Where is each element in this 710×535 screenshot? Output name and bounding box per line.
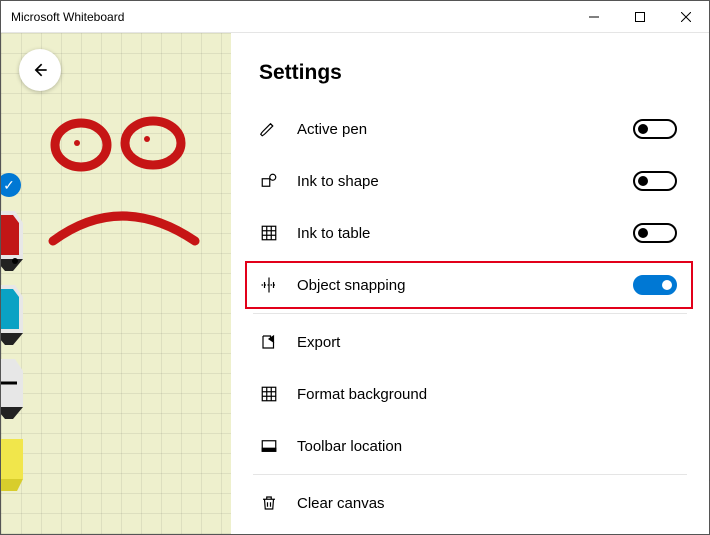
object-snapping-icon	[259, 275, 279, 295]
setting-format-background[interactable]: Format background	[253, 368, 687, 420]
toggle-active-pen[interactable]	[633, 119, 677, 139]
setting-object-snapping[interactable]: Object snapping	[253, 259, 687, 311]
window-title: Microsoft Whiteboard	[1, 10, 571, 24]
pen-toolbar: ✓	[1, 173, 35, 493]
pen-tool-red[interactable]	[1, 211, 23, 271]
app-window: http://winaero.com http://winaero.com ht…	[0, 0, 710, 535]
export-icon	[259, 332, 279, 352]
setting-ink-to-table[interactable]: Ink to table	[253, 207, 687, 259]
setting-toolbar-location[interactable]: Toolbar location	[253, 420, 687, 472]
trash-icon	[259, 493, 279, 513]
back-button[interactable]	[19, 49, 61, 91]
pen-tool-blue[interactable]	[1, 285, 23, 345]
toggle-ink-to-shape[interactable]	[633, 171, 677, 191]
settings-panel: Settings Active pen Ink to shape	[231, 33, 709, 534]
toolbar-location-icon	[259, 436, 279, 456]
touch-writing-toggle[interactable]: ✓	[1, 173, 21, 197]
pen-tool-highlighter[interactable]	[1, 433, 23, 493]
close-button[interactable]	[663, 1, 709, 33]
setting-export[interactable]: Export	[253, 316, 687, 368]
pen-icon	[259, 119, 279, 139]
titlebar: Microsoft Whiteboard	[1, 1, 709, 33]
window-controls	[571, 1, 709, 33]
whiteboard-canvas[interactable]: ✓	[1, 33, 231, 534]
setting-label: Object snapping	[297, 277, 633, 294]
back-arrow-icon	[30, 60, 50, 80]
minimize-button[interactable]	[571, 1, 617, 33]
setting-ink-to-shape[interactable]: Ink to shape	[253, 155, 687, 207]
toggle-object-snapping[interactable]	[633, 275, 677, 295]
ink-drawing-sad-face	[41, 113, 221, 273]
format-background-icon	[259, 384, 279, 404]
maximize-button[interactable]	[617, 1, 663, 33]
setting-clear-canvas[interactable]: Clear canvas	[253, 477, 687, 529]
setting-label: Active pen	[297, 121, 633, 138]
setting-label: Toolbar location	[297, 438, 677, 455]
setting-active-pen[interactable]: Active pen	[253, 103, 687, 155]
ink-to-table-icon	[259, 223, 279, 243]
settings-heading: Settings	[253, 61, 687, 85]
setting-label: Export	[297, 334, 677, 351]
setting-label: Ink to shape	[297, 173, 633, 190]
content-area: ✓ Settings Act	[1, 33, 709, 534]
divider	[253, 474, 687, 475]
divider	[253, 313, 687, 314]
pen-tool-black[interactable]	[1, 359, 23, 419]
setting-label: Ink to table	[297, 225, 633, 242]
setting-label: Format background	[297, 386, 677, 403]
setting-label: Clear canvas	[297, 495, 677, 512]
canvas-grid	[1, 33, 231, 534]
ink-to-shape-icon	[259, 171, 279, 191]
toggle-ink-to-table[interactable]	[633, 223, 677, 243]
